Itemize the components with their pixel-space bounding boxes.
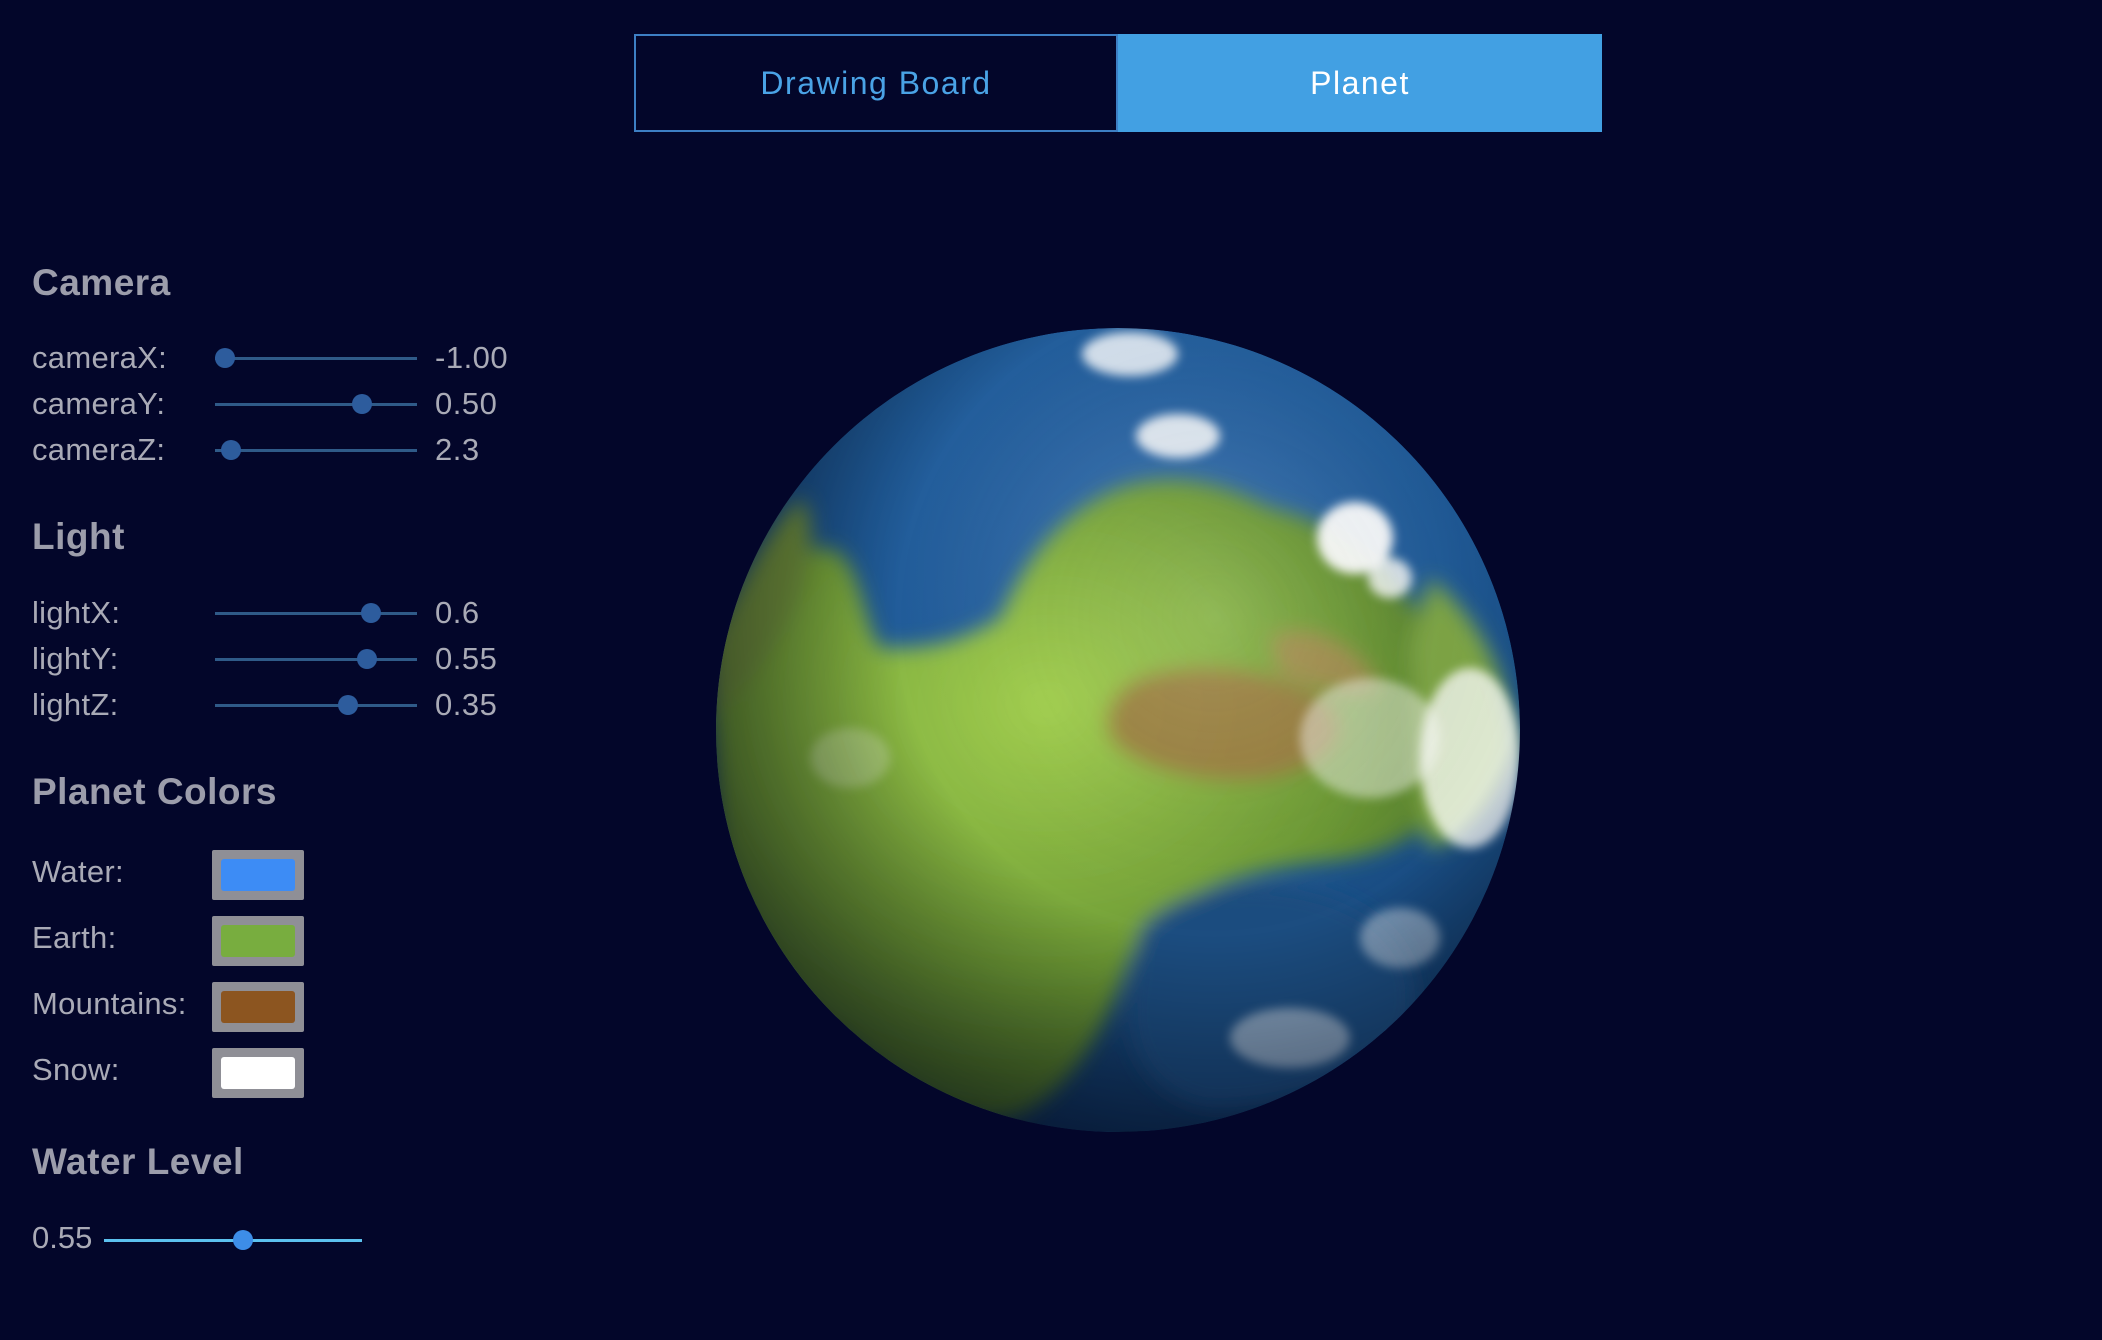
earth-color-row: Earth:: [32, 916, 432, 972]
light-y-row: lightY: 0.55: [32, 639, 592, 679]
slider-thumb[interactable]: [215, 348, 236, 368]
light-z-slider[interactable]: [215, 695, 417, 715]
camera-x-slider[interactable]: [215, 348, 417, 368]
slider-thumb[interactable]: [356, 649, 377, 669]
earth-color-fill: [221, 925, 295, 957]
water-level-slider[interactable]: [104, 1230, 362, 1250]
camera-x-value: -1.00: [435, 340, 509, 375]
water-color-label: Water:: [32, 854, 124, 889]
earth-color-picker[interactable]: [212, 916, 304, 966]
camera-heading: Camera: [32, 262, 171, 303]
camera-y-value: 0.50: [435, 386, 498, 421]
light-x-row: lightX: 0.6: [32, 593, 592, 633]
slider-thumb[interactable]: [221, 440, 242, 460]
snow-color-row: Snow:: [32, 1048, 432, 1104]
water-color-row: Water:: [32, 850, 432, 906]
slider-thumb[interactable]: [338, 695, 359, 715]
light-z-value: 0.35: [435, 687, 498, 722]
light-y-value: 0.55: [435, 641, 498, 676]
tab-bar: Drawing Board Planet: [634, 34, 1602, 132]
water-color-fill: [221, 859, 295, 891]
slider-thumb[interactable]: [352, 394, 373, 414]
camera-y-row: cameraY: 0.50: [32, 384, 592, 424]
light-x-value: 0.6: [435, 595, 480, 630]
camera-z-row: cameraZ: 2.3: [32, 430, 592, 470]
mountains-color-fill: [221, 991, 295, 1023]
light-heading: Light: [32, 516, 125, 557]
slider-thumb[interactable]: [360, 603, 381, 623]
camera-y-slider[interactable]: [215, 394, 417, 414]
water-level-value: 0.55: [32, 1220, 93, 1255]
light-z-row: lightZ: 0.35: [32, 685, 592, 725]
camera-z-slider[interactable]: [215, 440, 417, 460]
water-level-heading: Water Level: [32, 1141, 244, 1182]
camera-y-label: cameraY:: [32, 386, 166, 421]
planet-colors-heading: Planet Colors: [32, 771, 277, 812]
light-z-label: lightZ:: [32, 687, 119, 722]
mountains-color-label: Mountains:: [32, 986, 187, 1021]
snow-color-label: Snow:: [32, 1052, 120, 1087]
light-x-slider[interactable]: [215, 603, 417, 623]
camera-x-label: cameraX:: [32, 340, 168, 375]
camera-x-row: cameraX: -1.00: [32, 338, 592, 378]
water-color-picker[interactable]: [212, 850, 304, 900]
light-y-label: lightY:: [32, 641, 119, 676]
mountains-color-row: Mountains:: [32, 982, 432, 1038]
light-y-slider[interactable]: [215, 649, 417, 669]
earth-color-label: Earth:: [32, 920, 117, 955]
mountains-color-picker[interactable]: [212, 982, 304, 1032]
tab-drawing-board[interactable]: Drawing Board: [634, 34, 1118, 132]
light-x-label: lightX:: [32, 595, 121, 630]
tab-planet[interactable]: Planet: [1118, 34, 1602, 132]
snow-color-fill: [221, 1057, 295, 1089]
snow-color-picker[interactable]: [212, 1048, 304, 1098]
camera-z-value: 2.3: [435, 432, 480, 467]
planet-globe: [716, 328, 1520, 1132]
camera-z-label: cameraZ:: [32, 432, 166, 467]
planet-canvas[interactable]: [710, 318, 1530, 1148]
slider-thumb[interactable]: [233, 1230, 254, 1250]
water-level-row: 0.55: [32, 1218, 452, 1262]
